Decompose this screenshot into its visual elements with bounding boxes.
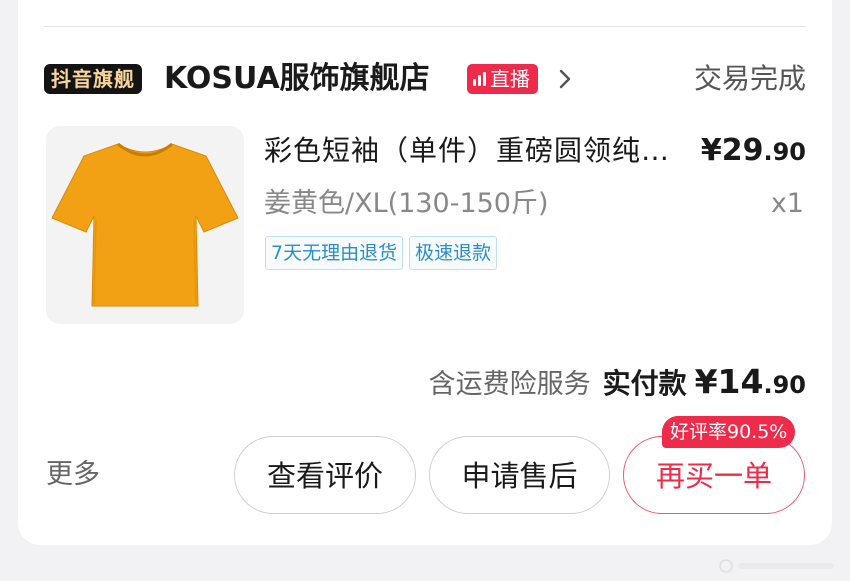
more-link[interactable]: 更多 — [46, 454, 100, 496]
price-decimal: .90 — [763, 138, 806, 166]
total-amount: ¥14.90 — [695, 362, 806, 401]
total-main: ¥14 — [694, 362, 764, 401]
douyin-flagship-badge: 抖音旗舰 — [44, 64, 142, 94]
product-spec: 姜黄色/XL(130-150斤) — [264, 188, 549, 219]
store-header[interactable]: 抖音旗舰 KOSUA服饰旗舰店 直播 交易完成 — [44, 58, 806, 100]
product-quantity: x1 — [770, 188, 804, 219]
tag-fast-refund: 极速退款 — [409, 236, 498, 270]
price-main: ¥29 — [700, 133, 764, 168]
tshirt-image — [51, 142, 239, 307]
product-title[interactable]: 彩色短袖（单件）重磅圆领纯棉T恤 — [264, 130, 674, 172]
divider — [44, 26, 806, 27]
payment-summary: 含运费险服务 实付款 ¥14.90 — [429, 362, 806, 402]
total-decimal: .90 — [763, 371, 806, 399]
live-bars-icon — [473, 72, 486, 86]
service-tags: 7天无理由退货 极速退款 — [265, 236, 498, 270]
product-price: ¥29.90 — [701, 130, 806, 173]
product-image[interactable] — [46, 126, 244, 324]
live-label: 直播 — [490, 67, 530, 91]
rating-badge: 好评率90.5% — [662, 416, 796, 448]
chevron-right-icon[interactable] — [554, 68, 576, 90]
tag-7day-return: 7天无理由退货 — [265, 236, 404, 270]
order-status: 交易完成 — [693, 62, 806, 95]
live-badge[interactable]: 直播 — [467, 64, 538, 94]
after-sale-button[interactable]: 申请售后 — [429, 436, 610, 514]
watermark-icon — [719, 559, 834, 573]
total-label: 实付款 — [602, 367, 687, 400]
view-review-button[interactable]: 查看评价 — [234, 436, 416, 514]
store-name[interactable]: KOSUA服饰旗舰店 — [164, 58, 430, 100]
shipping-insurance: 含运费险服务 — [428, 369, 591, 400]
